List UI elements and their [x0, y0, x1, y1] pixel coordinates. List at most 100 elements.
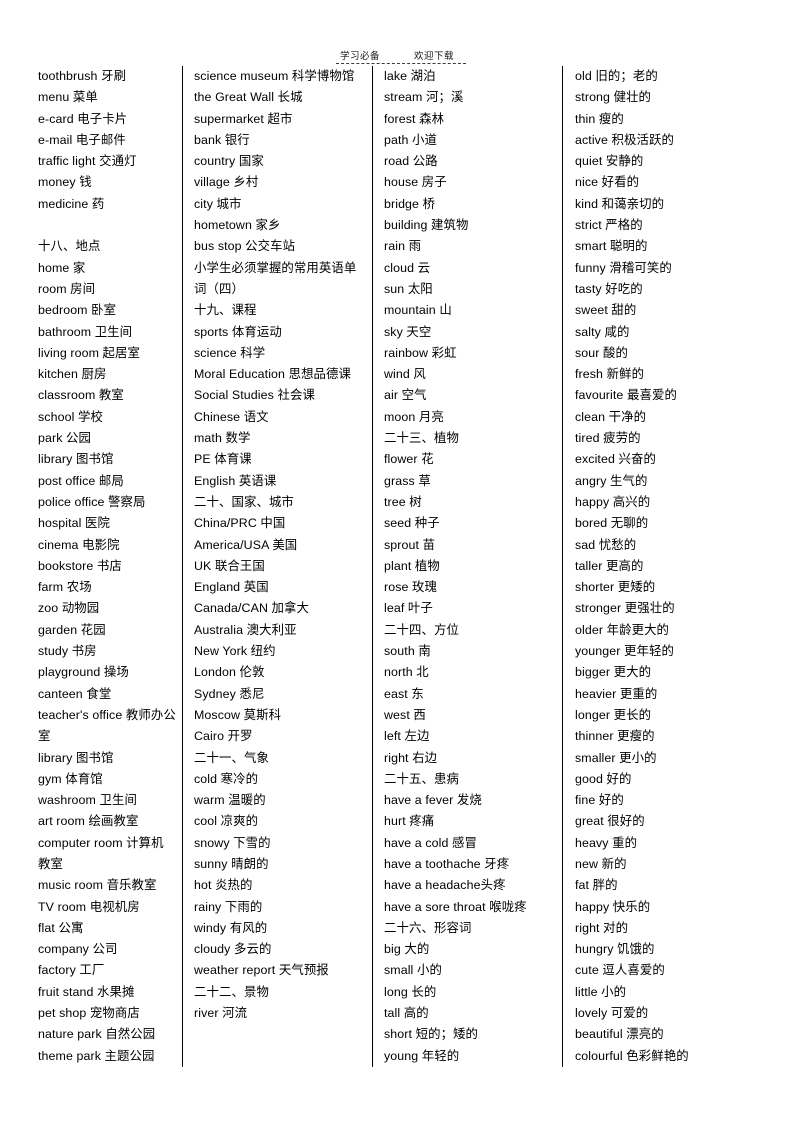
vocabulary-entry: quiet 安静的	[575, 154, 644, 169]
vocabulary-entry: Social Studies 社会课	[194, 388, 315, 403]
vocabulary-entry: short 短的；矮的	[384, 1027, 479, 1042]
vocabulary-entry: flat 公寓	[38, 920, 84, 935]
vocabulary-entry: sun 太阳	[384, 281, 433, 296]
vocabulary-entry: PE 体育课	[194, 452, 252, 467]
vocabulary-entry: hungry 饥饿的	[575, 942, 655, 957]
vocabulary-entry: bedroom 卧室	[38, 303, 117, 318]
vocabulary-entry: bathroom 卫生间	[38, 324, 133, 339]
vocabulary-entry: tall 高的	[384, 1006, 429, 1021]
vocabulary-entry: have a toothache 牙疼	[384, 856, 510, 871]
vocabulary-entry: canteen 食堂	[38, 686, 112, 701]
document-page: 学习必备 欢迎下载 toothbrush 牙刷 menu 菜单 e-card 电子卡…	[0, 0, 800, 1133]
vocabulary-entry: road 公路	[384, 154, 438, 169]
vocabulary-entry: have a fever 发烧	[384, 793, 482, 808]
vocabulary-entry: strong 健壮的	[575, 90, 652, 105]
vocabulary-entry: company 公司	[38, 942, 118, 957]
vocabulary-entry: science museum 科学博物馆	[194, 69, 355, 83]
vocabulary-entry: study 书房	[38, 644, 97, 659]
vocabulary-entry: bridge 桥	[384, 196, 436, 211]
vocabulary-entry: farm 农场	[38, 580, 92, 595]
vocabulary-entry: fresh 新鲜的	[575, 367, 645, 382]
vocabulary-entry: cloudy 多云的	[194, 942, 272, 957]
vocabulary-entry: New York 纽约	[194, 644, 276, 659]
vocabulary-entry: factory 工厂	[38, 963, 105, 978]
vocabulary-entry: Moral Education 思想品德课	[194, 367, 352, 382]
vocabulary-entry: tasty 好吃的	[575, 281, 643, 296]
vocabulary-entry: river 河流	[194, 1006, 248, 1021]
vocabulary-column: toothbrush 牙刷 menu 菜单 e-card 电子卡片 e-mail 电子…	[0, 66, 182, 1067]
vocabulary-entry: 小学生必须掌握的常用英语单词（四）	[194, 260, 357, 296]
vocabulary-entry: lovely 可爱的	[575, 1006, 649, 1021]
vocabulary-entry: tired 疲劳的	[575, 431, 641, 446]
watermark-right-text: 欢迎下载	[414, 51, 455, 62]
vocabulary-entry: thin 瘦的	[575, 111, 624, 126]
vocabulary-entry: 十八、地点	[38, 239, 101, 254]
vocabulary-entry: English 英语课	[194, 473, 277, 488]
vocabulary-entry: e-mail 电子邮件	[38, 132, 126, 147]
vocabulary-entry: cinema 电影院	[38, 537, 120, 552]
vocabulary-entry: Cairo 开罗	[194, 729, 253, 744]
vocabulary-entry: sprout 苗	[384, 537, 436, 552]
vocabulary-entry: theme park 主题公园	[38, 1048, 155, 1063]
vocabulary-entry: teacher's office 教师办公室	[38, 707, 176, 744]
vocabulary-entry: village 乡村	[194, 175, 259, 190]
vocabulary-entry: happy 快乐的	[575, 899, 651, 914]
vocabulary-entry: sour 酸的	[575, 345, 629, 360]
vocabulary-entry: moon 月亮	[384, 409, 444, 424]
vocabulary-entry: heavy 重的	[575, 835, 638, 850]
vocabulary-entry: menu 菜单	[38, 90, 98, 105]
vocabulary-entry: strict 严格的	[575, 218, 643, 233]
vocabulary-entry: London 伦敦	[194, 665, 265, 680]
vocabulary-entry: cool 凉爽的	[194, 814, 259, 829]
vocabulary-entry: have a headache头疼	[384, 878, 506, 893]
vocabulary-entry: kind 和蔼亲切的	[575, 196, 665, 211]
vocabulary-entry: right 右边	[384, 750, 438, 765]
vocabulary-entry: heavier 更重的	[575, 686, 658, 701]
vocabulary-entry: excited 兴奋的	[575, 452, 656, 467]
vocabulary-entry: south 南	[384, 644, 431, 659]
vocabulary-entry: rainbow 彩虹	[384, 345, 457, 360]
vocabulary-entry: money 钱	[38, 175, 92, 190]
vocabulary-entry: favourite 最喜爱的	[575, 388, 677, 403]
vocabulary-entry: air 空气	[384, 388, 427, 403]
vocabulary-entry: salty 咸的	[575, 324, 630, 339]
vocabulary-entry: library 图书馆	[38, 750, 114, 765]
vocabulary-entry: bored 无聊的	[575, 516, 649, 531]
vocabulary-entry: beautiful 漂亮的	[575, 1027, 664, 1042]
vocabulary-entry: windy 有风的	[194, 920, 268, 935]
vocabulary-entry: police office 警察局	[38, 494, 146, 509]
vocabulary-entry: math 数学	[194, 431, 251, 446]
vocabulary-entry: shorter 更矮的	[575, 580, 656, 595]
vocabulary-entry: bus stop 公交车站	[194, 239, 296, 254]
vocabulary-entry: warm 温暖的	[194, 793, 266, 808]
vocabulary-entry: angry 生气的	[575, 473, 648, 488]
vocabulary-entry: have a cold 感冒	[384, 835, 477, 850]
vocabulary-entry: longer 更长的	[575, 707, 652, 722]
vocabulary-entry: toothbrush 牙刷	[38, 69, 127, 83]
vocabulary-entry: seed 种子	[384, 516, 440, 531]
vocabulary-entry: clean 干净的	[575, 409, 647, 424]
vocabulary-entry: rainy 下雨的	[194, 899, 263, 914]
watermark-left-text: 学习必备	[340, 51, 381, 62]
vocabulary-entry: old 旧的；老的	[575, 69, 658, 83]
vocabulary-entry: fat 胖的	[575, 878, 618, 893]
vocabulary-entry: fruit stand 水果摊	[38, 984, 135, 999]
vocabulary-entry: good 好的	[575, 771, 632, 786]
watermark-dashed-rule	[336, 63, 466, 64]
vocabulary-entry: lake 湖泊	[384, 69, 436, 83]
vocabulary-entry: cute 逗人喜爱的	[575, 963, 665, 978]
vocabulary-entry: Australia 澳大利亚	[194, 622, 297, 637]
vocabulary-entry: Canada/CAN 加拿大	[194, 601, 310, 616]
vocabulary-entry: 二十六、形容词	[384, 920, 472, 935]
vocabulary-entry: library 图书馆	[38, 452, 114, 467]
vocabulary-entry: house 房子	[384, 175, 447, 190]
vocabulary-entry: medicine 药	[38, 196, 105, 211]
vocabulary-entry: cold 寒冷的	[194, 771, 259, 786]
vocabulary-entry: smaller 更小的	[575, 750, 657, 765]
vocabulary-entry: stream 河；溪	[384, 90, 464, 105]
vocabulary-entry: plant 植物	[384, 558, 440, 573]
vocabulary-entry: hometown 家乡	[194, 218, 281, 233]
vocabulary-entry: right 对的	[575, 920, 629, 935]
vocabulary-entry: stronger 更强壮的	[575, 601, 675, 616]
vocabulary-entry: 二十一、气象	[194, 750, 269, 765]
